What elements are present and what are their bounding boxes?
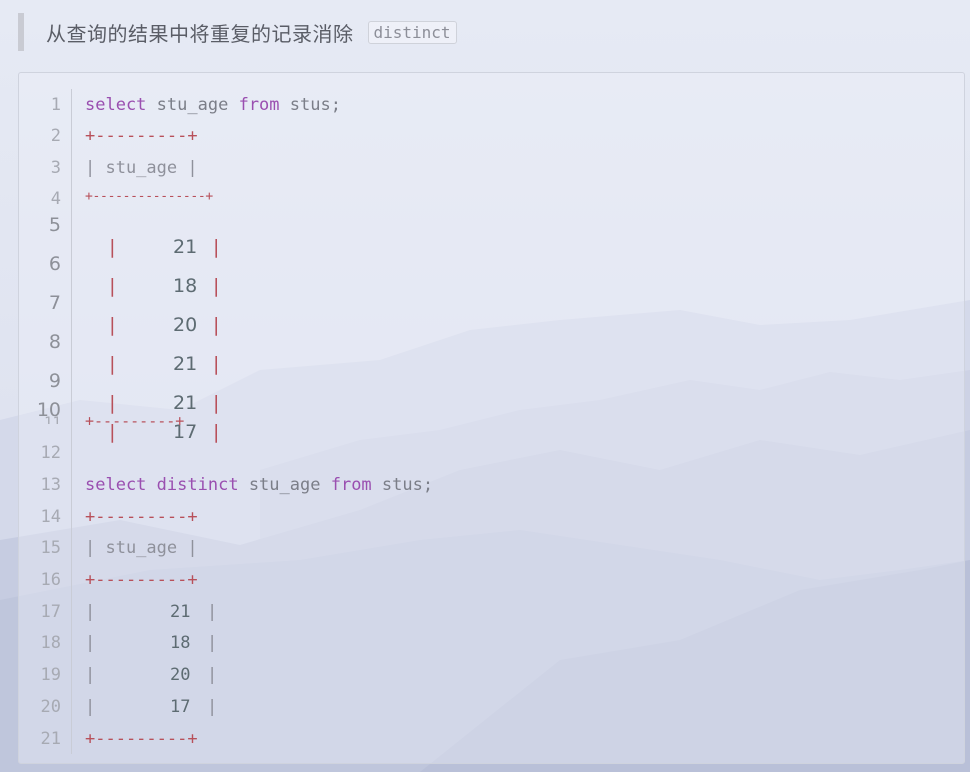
- table-row: | 20 |: [85, 665, 217, 685]
- line-number: 6: [48, 253, 61, 275]
- code-line-select-distinct: select distinct stu_age from stus;: [85, 475, 433, 495]
- note-blockquote: 从查询的结果中将重复的记录消除 distinct: [18, 13, 457, 51]
- table-border: +---------+: [85, 570, 198, 590]
- identifier: stu_age: [156, 95, 229, 115]
- pipe: |: [207, 665, 218, 685]
- pipe: |: [213, 392, 220, 414]
- table-border: +---------+: [85, 126, 198, 146]
- cell-value: 20: [173, 314, 198, 336]
- line-number: 11: [44, 415, 61, 424]
- line-number: 8: [48, 331, 61, 353]
- cell-value: 18: [173, 275, 198, 297]
- note-text: 从查询的结果中将重复的记录消除: [46, 21, 354, 46]
- pipe: |: [85, 665, 96, 685]
- table-border: +---------+: [85, 507, 198, 527]
- cell-value: 21: [173, 236, 198, 258]
- pipe: |: [207, 633, 218, 653]
- cell-value: 21: [170, 602, 191, 622]
- line-number: 13: [40, 475, 61, 495]
- keyword: select: [85, 95, 147, 115]
- line-number: 2: [50, 126, 61, 146]
- code-line-select: select stu_age from stus;: [85, 95, 341, 115]
- pipe: |: [213, 236, 220, 258]
- keyword: select: [85, 475, 147, 495]
- cell-value: 21: [173, 392, 198, 414]
- pipe: |: [207, 602, 218, 622]
- pipe: |: [207, 697, 218, 717]
- line-number: 7: [48, 292, 61, 314]
- line-number: 17: [40, 602, 61, 622]
- line-number: 3: [50, 158, 61, 178]
- line-number: 16: [40, 570, 61, 590]
- line-number: 4: [50, 189, 61, 209]
- line-number: 1: [50, 95, 61, 115]
- pipe: |: [213, 275, 220, 297]
- identifier: stus;: [381, 475, 434, 495]
- keyword: distinct: [156, 475, 239, 495]
- line-number: 20: [40, 697, 61, 717]
- cell-value: 21: [173, 353, 198, 375]
- table-row: | 18 |: [85, 633, 217, 653]
- table-border: +---------+: [85, 412, 185, 430]
- pipe: |: [85, 633, 96, 653]
- table-row: | 21 |: [85, 602, 217, 622]
- table-border: +---------------+: [85, 189, 213, 204]
- line-number: 12: [40, 443, 61, 463]
- gutter-divider: [71, 89, 72, 754]
- keyword: from: [330, 475, 372, 495]
- keyword: from: [238, 95, 280, 115]
- line-number: 14: [40, 507, 61, 527]
- table-row: | 17 |: [85, 697, 217, 717]
- table-row: | 17 |: [85, 399, 219, 465]
- line-number: 9: [48, 370, 61, 392]
- identifier: stus;: [289, 95, 341, 115]
- line-number: 21: [40, 729, 61, 749]
- code-block[interactable]: 1 2 3 4 5 6 7 8 9 10 11 12 13 14 15 16 1…: [18, 72, 965, 764]
- pipe: |: [213, 314, 220, 336]
- inline-code-distinct: distinct: [367, 20, 457, 44]
- identifier: stu_age: [248, 475, 321, 495]
- cell-value: 17: [170, 697, 191, 717]
- line-number: 15: [40, 538, 61, 558]
- table-header: | stu_age |: [85, 538, 198, 558]
- line-number: 18: [40, 633, 61, 653]
- pipe: |: [85, 697, 96, 717]
- pipe: |: [85, 602, 96, 622]
- line-number: 19: [40, 665, 61, 685]
- table-border: +---------+: [85, 729, 198, 749]
- pipe: |: [213, 353, 220, 375]
- cell-value: 20: [170, 665, 191, 685]
- table-header: | stu_age |: [85, 158, 198, 178]
- pipe: |: [213, 421, 220, 443]
- line-number: 5: [48, 214, 61, 236]
- cell-value: 18: [170, 633, 191, 653]
